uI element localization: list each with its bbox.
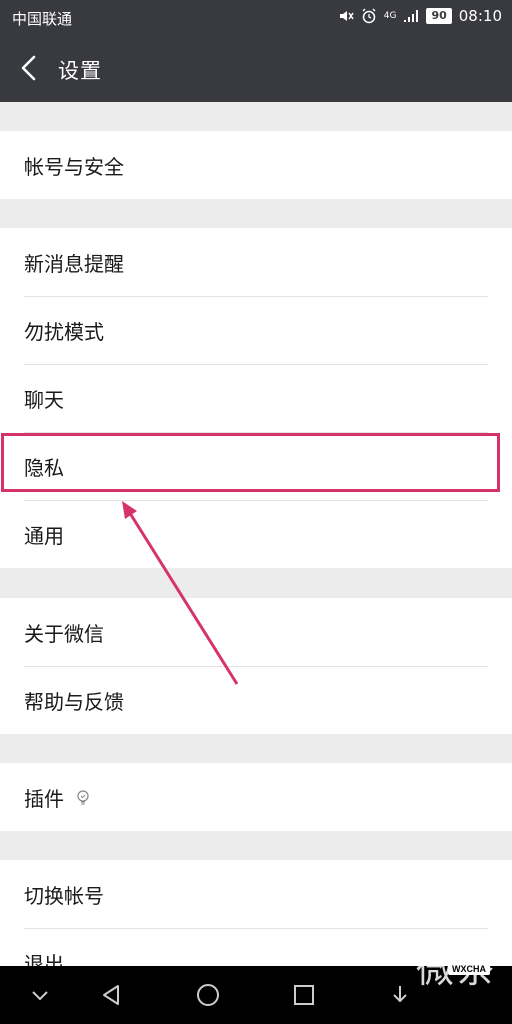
- item-label: 新消息提醒: [24, 251, 124, 276]
- settings-group-plugins: 插件: [0, 763, 512, 831]
- mute-icon: [339, 11, 354, 21]
- settings-group-general: 新消息提醒 勿扰模式 聊天 隐私 通用: [0, 228, 512, 568]
- settings-group-account: 帐号与安全: [0, 131, 512, 199]
- title-bar: 设置: [0, 34, 512, 102]
- item-label: 退出: [24, 951, 64, 967]
- settings-item-notifications[interactable]: 新消息提醒: [0, 228, 512, 296]
- settings-item-help-feedback[interactable]: 帮助与反馈: [0, 666, 512, 734]
- settings-item-general[interactable]: 通用: [0, 500, 512, 568]
- item-label: 聊天: [24, 387, 64, 412]
- settings-group-about: 关于微信 帮助与反馈: [0, 598, 512, 734]
- carrier-label: 中国联通: [12, 10, 73, 28]
- network-type: 4G: [383, 11, 397, 21]
- hide-keyboard-icon[interactable]: [26, 981, 54, 1009]
- alarm-icon: [362, 8, 376, 24]
- signal-icon: [404, 10, 419, 22]
- settings-item-do-not-disturb[interactable]: 勿扰模式: [0, 296, 512, 364]
- recents-square-icon[interactable]: [290, 981, 318, 1009]
- highlight-box: [1, 433, 500, 492]
- status-icons: 4G 90 08:10: [338, 7, 502, 25]
- item-label: 切换帐号: [24, 883, 104, 908]
- home-circle-icon[interactable]: [194, 981, 222, 1009]
- battery-indicator: 90: [426, 8, 452, 24]
- settings-item-chat[interactable]: 聊天: [0, 364, 512, 432]
- lightbulb-icon: [77, 790, 89, 805]
- item-label: 帐号与安全: [24, 154, 124, 179]
- page-title: 设置: [58, 59, 102, 83]
- settings-item-about-wechat[interactable]: 关于微信: [0, 598, 512, 666]
- settings-item-plugins[interactable]: 插件: [0, 763, 512, 831]
- settings-item-switch-account[interactable]: 切换帐号: [0, 860, 512, 928]
- back-arrow-icon[interactable]: [16, 54, 44, 82]
- item-label: 关于微信: [24, 621, 104, 646]
- clock: 08:10: [458, 7, 502, 25]
- watermark-badge: WXCHA: [448, 963, 490, 975]
- status-bar: 中国联通 4G 90 08:10: [0, 0, 512, 34]
- item-label: 帮助与反馈: [24, 689, 124, 714]
- item-label: 勿扰模式: [24, 319, 104, 344]
- back-triangle-icon[interactable]: [97, 981, 125, 1009]
- item-label: 插件: [24, 786, 64, 811]
- item-label: 通用: [24, 523, 64, 548]
- notification-pull-icon[interactable]: [386, 981, 414, 1009]
- settings-item-account-security[interactable]: 帐号与安全: [0, 131, 512, 199]
